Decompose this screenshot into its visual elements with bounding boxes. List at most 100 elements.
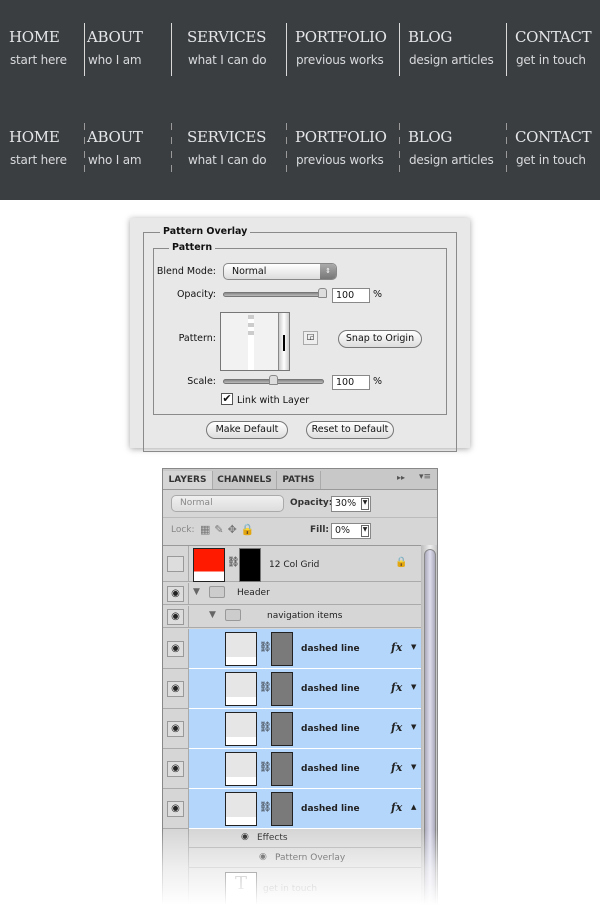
collapse-icon[interactable]: ▸▸: [397, 473, 405, 482]
navigation-preview: HOME start here ABOUT who I am SERVICES what …: [0, 0, 600, 200]
visibility-eye-icon[interactable]: ◉: [167, 681, 184, 697]
nav-item-title[interactable]: PORTFOLIO: [295, 128, 387, 146]
link-with-layer-checkbox[interactable]: ✔: [221, 393, 233, 405]
link-chain-icon[interactable]: ⛓: [259, 642, 272, 653]
disclosure-triangle-icon[interactable]: ▼: [193, 587, 200, 597]
opacity-slider[interactable]: [223, 292, 327, 297]
nav-item-title[interactable]: PORTFOLIO: [295, 28, 387, 46]
reset-to-default-button[interactable]: Reset to Default: [306, 421, 394, 439]
nav-item-subtitle[interactable]: what I can do: [188, 53, 267, 67]
tab-layers[interactable]: LAYERS: [163, 471, 213, 489]
scale-slider-thumb[interactable]: [269, 375, 278, 385]
layer-mask-thumbnail: [271, 672, 293, 706]
nav-item-subtitle[interactable]: start here: [10, 153, 67, 167]
visibility-eye-icon[interactable]: ◉: [167, 801, 184, 817]
snap-to-origin-button[interactable]: Snap to Origin: [338, 330, 422, 348]
layer-row-dashed-line[interactable]: ⛓ dashed line fx ▲: [189, 789, 421, 829]
new-preset-icon[interactable]: ◲: [303, 331, 318, 345]
blend-mode-select[interactable]: Normal ⇕: [223, 263, 337, 280]
collapse-effects-icon[interactable]: ▲: [411, 803, 416, 811]
solid-divider: [84, 23, 85, 76]
expand-effects-icon[interactable]: ▼: [411, 643, 416, 651]
layer-blend-select[interactable]: Normal: [171, 495, 284, 512]
visibility-eye-icon[interactable]: ◉: [167, 556, 184, 572]
visibility-eye-icon[interactable]: ◉: [167, 609, 184, 625]
dropdown-arrow-icon[interactable]: ▼: [361, 498, 369, 510]
lock-label: Lock:: [171, 525, 195, 535]
layer-thumbnail: [225, 752, 257, 786]
disclosure-triangle-icon[interactable]: ▼: [209, 610, 216, 620]
nav-item-subtitle[interactable]: design articles: [409, 153, 494, 167]
opacity-slider-thumb[interactable]: [318, 288, 327, 298]
layer-mask-thumbnail: [271, 712, 293, 746]
pattern-overlay-dialog: Pattern Overlay Pattern Blend Mode: Norm…: [130, 218, 470, 452]
percent-label: %: [373, 289, 383, 300]
visibility-eye-icon[interactable]: ◉: [167, 641, 184, 657]
visibility-eye-icon[interactable]: ◉: [167, 586, 184, 602]
nav-item-title[interactable]: BLOG: [408, 28, 452, 46]
fx-icon[interactable]: fx: [391, 681, 402, 694]
expand-effects-icon[interactable]: ▼: [411, 763, 416, 771]
fx-icon[interactable]: fx: [391, 641, 402, 654]
visibility-eye-icon[interactable]: ◉: [167, 761, 184, 777]
dashed-divider: [399, 123, 400, 176]
lock-icons[interactable]: ▦✎✥🔒: [200, 523, 259, 536]
dashed-divider: [506, 123, 507, 176]
nav-item-subtitle[interactable]: previous works: [296, 153, 384, 167]
tab-paths[interactable]: PATHS: [277, 471, 321, 489]
lock-icon: 🔒: [395, 557, 408, 568]
fx-icon[interactable]: fx: [391, 721, 402, 734]
tab-channels[interactable]: CHANNELS: [213, 471, 277, 489]
nav-item-subtitle[interactable]: who I am: [88, 53, 142, 67]
layer-group-header[interactable]: ▼ Header: [189, 583, 421, 605]
layer-group-navigation-items[interactable]: ▼ navigation items: [189, 606, 421, 628]
nav-item-title[interactable]: SERVICES: [187, 28, 266, 46]
fx-icon[interactable]: fx: [391, 801, 402, 814]
nav-item-title[interactable]: CONTACT: [515, 28, 592, 46]
nav-item-title[interactable]: HOME: [9, 28, 60, 46]
nav-item-title[interactable]: BLOG: [408, 128, 452, 146]
make-default-button[interactable]: Make Default: [206, 421, 288, 439]
link-chain-icon[interactable]: ⛓: [259, 762, 272, 773]
folder-icon: [225, 609, 241, 621]
layer-row-dashed-line[interactable]: ⛓ dashed line fx ▼: [189, 629, 421, 669]
pattern-picker[interactable]: [220, 312, 290, 371]
layer-name: 12 Col Grid: [269, 560, 320, 570]
nav-item-subtitle[interactable]: who I am: [88, 153, 142, 167]
nav-item-subtitle[interactable]: get in touch: [516, 53, 586, 67]
expand-effects-icon[interactable]: ▼: [411, 683, 416, 691]
nav-item-subtitle[interactable]: start here: [10, 53, 67, 67]
nav-item-title[interactable]: CONTACT: [515, 128, 592, 146]
nav-item-subtitle[interactable]: get in touch: [516, 153, 586, 167]
nav-item-title[interactable]: HOME: [9, 128, 60, 146]
pattern-dropdown-icon[interactable]: [278, 313, 289, 370]
fade-overlay: [0, 830, 600, 924]
layer-row-dashed-line[interactable]: ⛓ dashed line fx ▼: [189, 669, 421, 709]
nav-item-title[interactable]: ABOUT: [87, 128, 143, 146]
visibility-eye-icon[interactable]: ◉: [167, 721, 184, 737]
layer-opacity-input[interactable]: 30% ▼: [331, 496, 371, 512]
layer-thumbnail: [225, 632, 257, 666]
nav-item-subtitle[interactable]: design articles: [409, 53, 494, 67]
layer-row-12-col-grid[interactable]: ⛓ 12 Col Grid 🔒: [189, 546, 421, 582]
nav-item-subtitle[interactable]: what I can do: [188, 153, 267, 167]
layer-row-dashed-line[interactable]: ⛓ dashed line fx ▼: [189, 709, 421, 749]
panel-menu-icon[interactable]: ▾≡: [419, 472, 431, 482]
dropdown-arrow-icon[interactable]: ▼: [361, 525, 369, 537]
layer-name: dashed line: [301, 724, 360, 734]
scale-input[interactable]: 100: [332, 375, 370, 390]
opacity-input[interactable]: 100: [332, 288, 370, 303]
nav-item-title[interactable]: SERVICES: [187, 128, 266, 146]
layer-thumbnail: [225, 672, 257, 706]
link-chain-icon[interactable]: ⛓: [259, 802, 272, 813]
link-chain-icon[interactable]: ⛓: [227, 557, 240, 568]
layer-row-dashed-line[interactable]: ⛓ dashed line fx ▼: [189, 749, 421, 789]
link-chain-icon[interactable]: ⛓: [259, 722, 272, 733]
nav-item-title[interactable]: ABOUT: [87, 28, 143, 46]
nav-item-subtitle[interactable]: previous works: [296, 53, 384, 67]
fill-input[interactable]: 0% ▼: [331, 523, 371, 539]
fx-icon[interactable]: fx: [391, 761, 402, 774]
expand-effects-icon[interactable]: ▼: [411, 723, 416, 731]
layer-thumbnail: [225, 712, 257, 746]
link-chain-icon[interactable]: ⛓: [259, 682, 272, 693]
